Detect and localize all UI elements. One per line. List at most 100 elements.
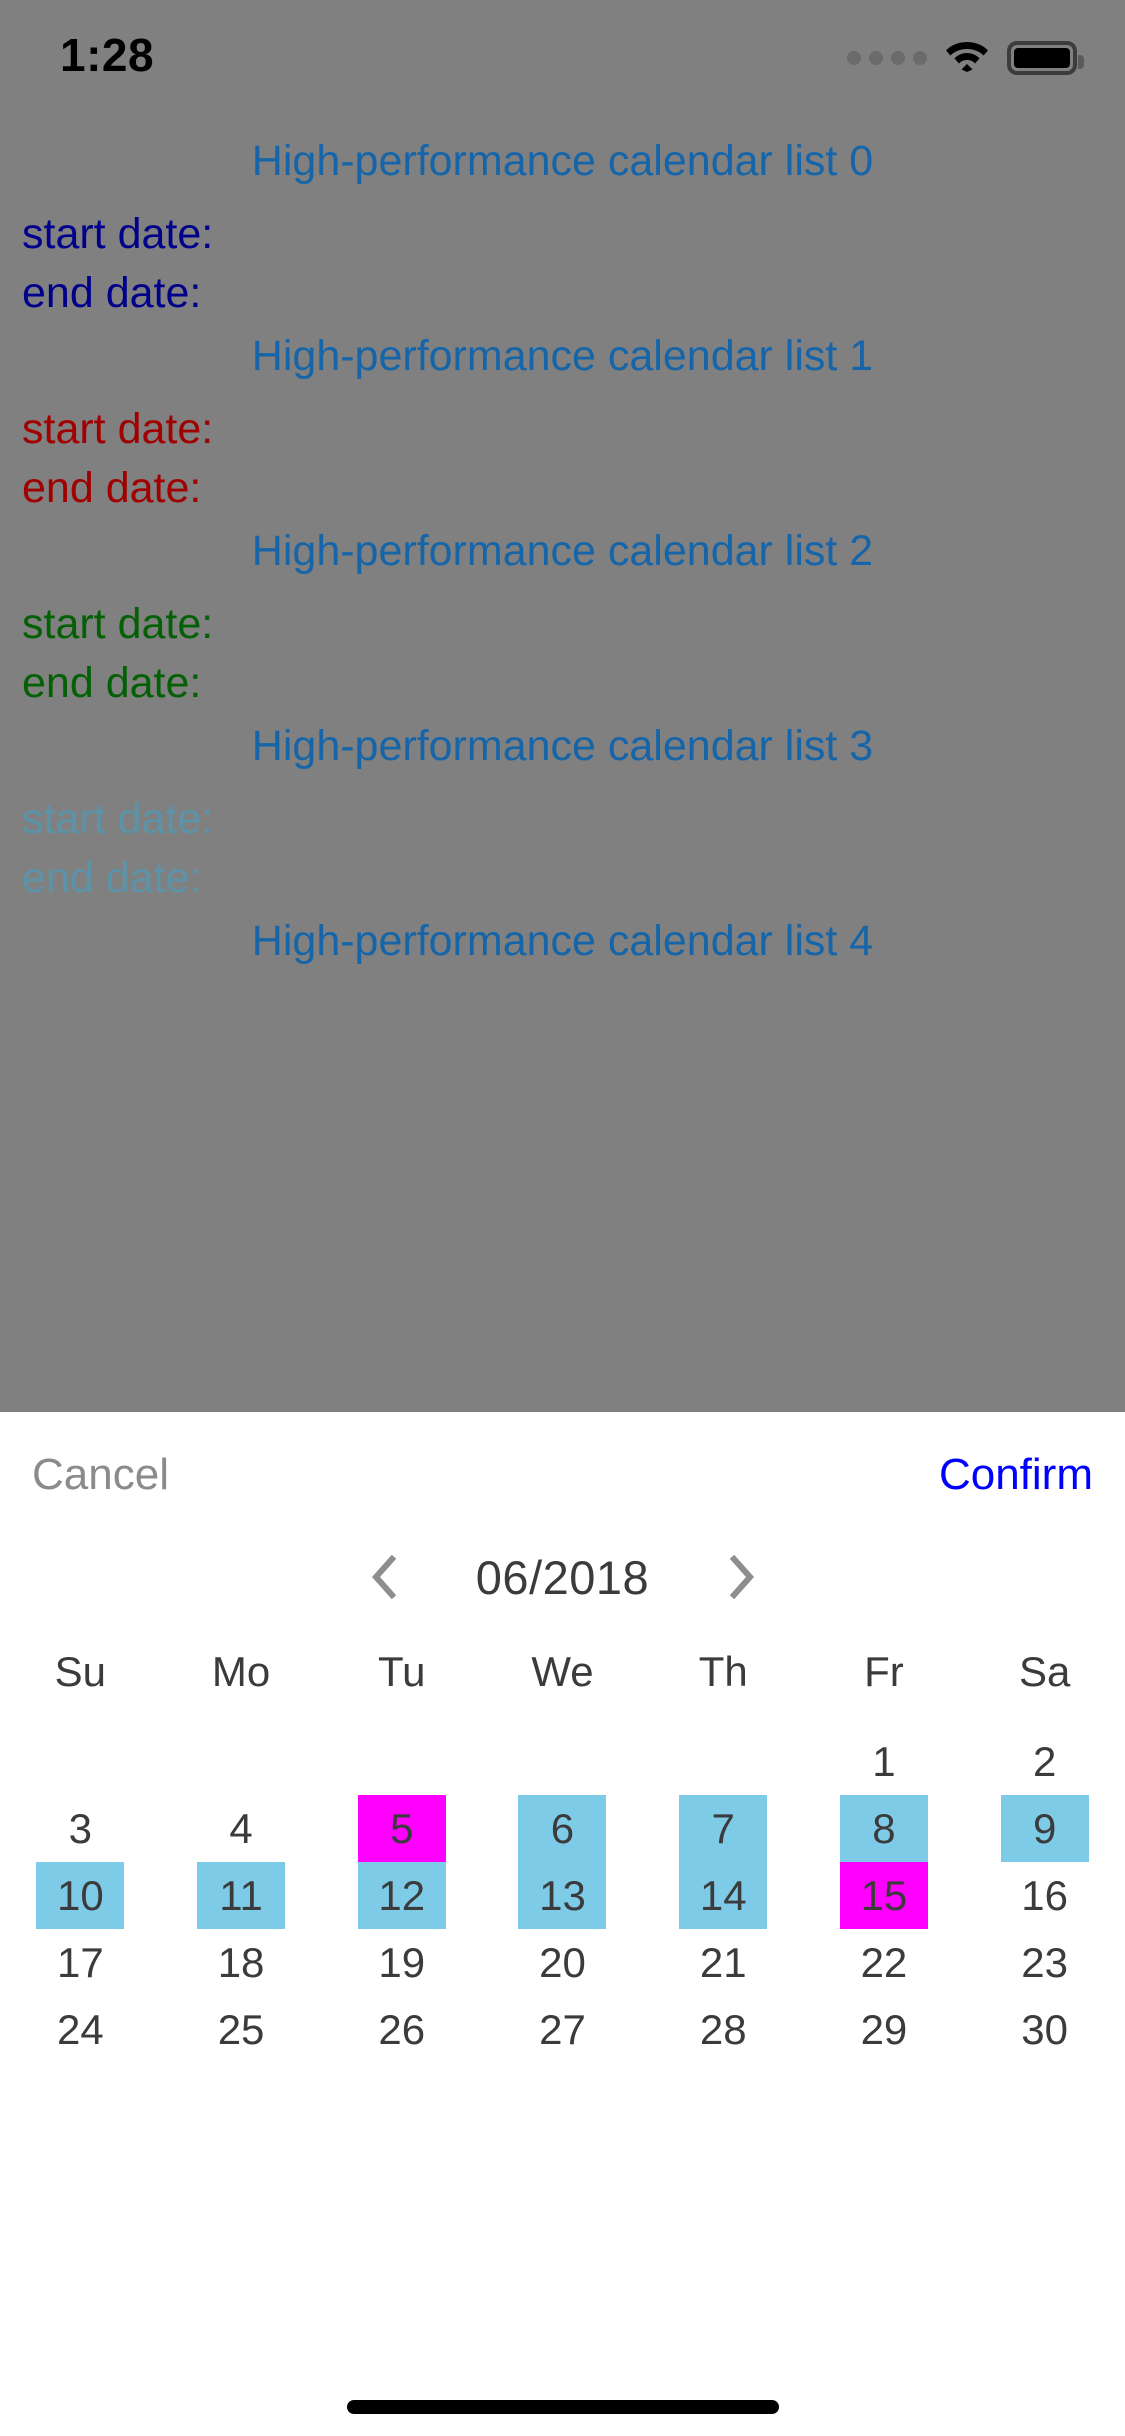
weekday-label: Tu <box>378 1648 426 1695</box>
day-cell-empty <box>482 1728 643 1795</box>
calendar-list-section: High-performance calendar list 1 start da… <box>0 335 1125 526</box>
calendar-list-section: High-performance calendar list 3 start da… <box>0 725 1125 916</box>
day-cell[interactable]: 8 <box>804 1795 965 1862</box>
day-cell[interactable]: 5 <box>321 1795 482 1862</box>
sheet-action-bar: Cancel Confirm <box>0 1412 1125 1522</box>
day-cell[interactable]: 28 <box>643 1996 804 2063</box>
end-date-label: end date: <box>22 659 202 707</box>
day-number: 19 <box>378 1938 426 1986</box>
weekday-label: Fr <box>864 1648 904 1695</box>
day-cell[interactable]: 3 <box>0 1795 161 1862</box>
day-cell[interactable]: 15 <box>804 1862 965 1929</box>
day-cell[interactable]: 22 <box>804 1929 965 1996</box>
day-number: 22 <box>860 1938 908 1986</box>
calendar-list-title: High-performance calendar list 2 <box>251 527 874 575</box>
day-cell-empty <box>643 1728 804 1795</box>
weekday-label: Su <box>54 1648 107 1695</box>
calendar-list-title: High-performance calendar list 1 <box>251 332 874 380</box>
start-date-label: start date: <box>22 405 214 453</box>
day-cell[interactable]: 11 <box>161 1862 322 1929</box>
day-cell[interactable]: 14 <box>643 1862 804 1929</box>
home-indicator <box>346 2400 779 2414</box>
day-number: 5 <box>357 1795 446 1862</box>
day-number: 6 <box>518 1795 607 1862</box>
day-number: 13 <box>518 1862 607 1929</box>
day-number: 8 <box>839 1795 928 1862</box>
day-cell[interactable]: 30 <box>964 1996 1125 2063</box>
day-number: 11 <box>197 1862 286 1929</box>
day-number: 3 <box>68 1804 93 1852</box>
day-cell[interactable]: 29 <box>804 1996 965 2063</box>
day-number: 2 <box>1032 1737 1057 1785</box>
day-cell[interactable]: 25 <box>161 1996 322 2063</box>
day-number: 30 <box>1021 2005 1068 2053</box>
weekday-label: Sa <box>1018 1648 1071 1695</box>
calendar-list-title: High-performance calendar list 4 <box>251 917 874 965</box>
day-number: 12 <box>357 1862 446 1929</box>
day-cell[interactable]: 18 <box>161 1929 322 1996</box>
calendar-list-date-labels: start date: end date: <box>0 603 1125 705</box>
calendar-list-date-labels: start date: end date: <box>0 798 1125 900</box>
day-number: 27 <box>539 2005 586 2053</box>
day-cell[interactable]: 24 <box>0 1996 161 2063</box>
calendar-list-date-labels: start date: end date: <box>0 213 1125 315</box>
day-cell[interactable]: 2 <box>964 1728 1125 1795</box>
signal-dots-icon <box>847 50 927 65</box>
day-cell[interactable]: 20 <box>482 1929 643 1996</box>
cancel-button[interactable]: Cancel <box>32 1450 169 1500</box>
date-picker-sheet: Cancel Confirm 06/2018 Su Mo Tu We Th Fr Sa 12… <box>0 1412 1125 2436</box>
day-cell[interactable]: 7 <box>643 1795 804 1862</box>
day-cell[interactable]: 13 <box>482 1862 643 1929</box>
status-bar: 1:28 <box>0 0 1125 100</box>
day-number: 29 <box>860 2005 908 2053</box>
start-date-label: start date: <box>22 600 214 648</box>
weekday-label: Mo <box>211 1648 271 1695</box>
day-cell[interactable]: 4 <box>161 1795 322 1862</box>
day-number: 26 <box>378 2005 426 2053</box>
calendar-list-section: High-performance calendar list 0 start da… <box>0 140 1125 331</box>
calendar-list-date-labels: start date: end date: <box>0 408 1125 510</box>
day-cell[interactable]: 19 <box>321 1929 482 1996</box>
day-number: 21 <box>699 1938 747 1986</box>
chevron-left-icon[interactable] <box>369 1554 399 1600</box>
end-date-label: end date: <box>22 854 202 902</box>
day-cell[interactable]: 10 <box>0 1862 161 1929</box>
month-navigation: 06/2018 <box>0 1522 1125 1632</box>
day-cell[interactable]: 17 <box>0 1929 161 1996</box>
start-date-label: start date: <box>22 210 214 258</box>
dimmed-app-backdrop: 1:28 High-performance calendar list 0 sta… <box>0 0 1125 1412</box>
day-cell[interactable]: 27 <box>482 1996 643 2063</box>
start-date-label: start date: <box>22 795 214 843</box>
day-cell[interactable]: 21 <box>643 1929 804 1996</box>
phone-screen: 1:28 High-performance calendar list 0 sta… <box>0 0 1125 2436</box>
day-cell[interactable]: 12 <box>321 1862 482 1929</box>
day-cell-empty <box>161 1728 322 1795</box>
weekday-header-row: Su Mo Tu We Th Fr Sa <box>0 1632 1125 1712</box>
end-date-label: end date: <box>22 269 202 317</box>
day-cell[interactable]: 6 <box>482 1795 643 1862</box>
day-cell[interactable]: 16 <box>964 1862 1125 1929</box>
day-cell[interactable]: 1 <box>804 1728 965 1795</box>
day-number: 4 <box>229 1804 253 1852</box>
confirm-button[interactable]: Confirm <box>939 1450 1093 1500</box>
calendar-list-section: High-performance calendar list 4 <box>0 920 1125 963</box>
day-number: 28 <box>699 2005 747 2053</box>
status-bar-time: 1:28 <box>60 29 155 81</box>
day-number: 18 <box>217 1938 265 1986</box>
chevron-right-icon[interactable] <box>727 1554 757 1600</box>
day-number: 16 <box>1021 1871 1068 1919</box>
wifi-icon <box>945 38 989 77</box>
day-number: 25 <box>217 2005 265 2053</box>
day-cell[interactable]: 23 <box>964 1929 1125 1996</box>
day-number: 1 <box>872 1737 896 1785</box>
end-date-label: end date: <box>22 464 202 512</box>
calendar-list-section: High-performance calendar list 2 start da… <box>0 530 1125 721</box>
calendar-day-grid: 1 2 3 4 5 6 7 8 9 10 11 12 13 14 15 16 17 18 19 20 21 22 23 24 2… <box>0 1728 1125 2063</box>
day-number: 20 <box>539 1938 586 1986</box>
day-cell-empty <box>321 1728 482 1795</box>
day-number: 9 <box>1000 1795 1089 1862</box>
day-number: 23 <box>1021 1938 1068 1986</box>
day-cell[interactable]: 26 <box>321 1996 482 2063</box>
weekday-label: We <box>531 1648 594 1695</box>
day-cell[interactable]: 9 <box>964 1795 1125 1862</box>
